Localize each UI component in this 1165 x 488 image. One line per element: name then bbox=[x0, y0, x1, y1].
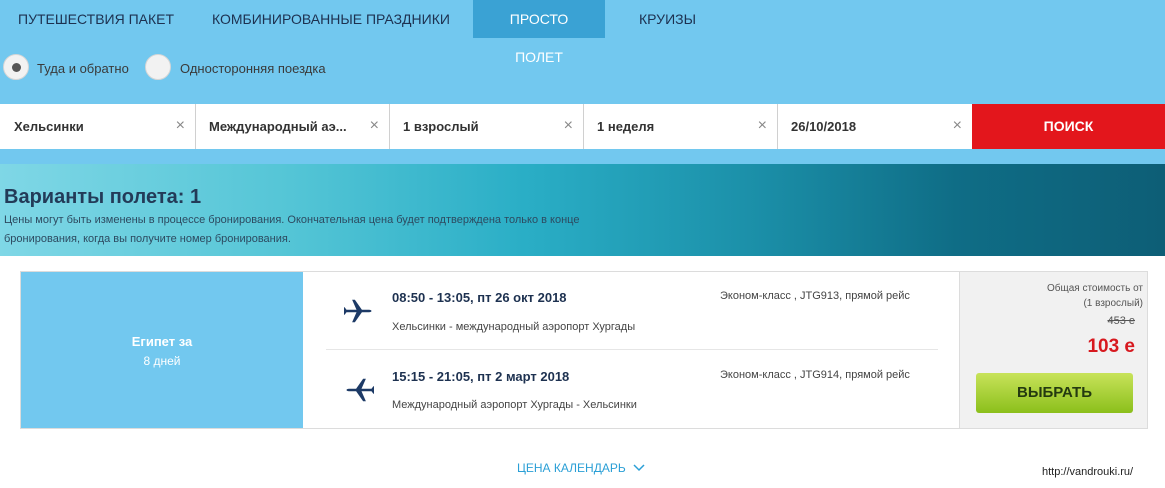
results-area: Египет за 8 дней 08:50 - 13:05, пт 26 ок… bbox=[0, 256, 1165, 488]
inbound-details: Эконом-класс , JTG914, прямой рейс bbox=[720, 369, 910, 381]
tab-flight-only[interactable]: ПРОСТО ПОЛЕТ bbox=[473, 0, 605, 65]
trip-type-selector: Туда и обратно Односторонняя поездка bbox=[0, 52, 600, 84]
search-bar: Хельсинки × Международный аэ... × 1 взро… bbox=[0, 104, 1165, 149]
tab-package-holidays[interactable]: ПУТЕШЕСТВИЯ ПАКЕТ bbox=[4, 0, 188, 38]
old-price: 453 е bbox=[1107, 315, 1135, 327]
outbound-time: 08:50 - 13:05, пт 26 окт 2018 bbox=[392, 290, 567, 305]
one-way-label[interactable]: Односторонняя поездка bbox=[180, 61, 326, 76]
source-watermark: http://vandrouki.ru/ bbox=[1040, 466, 1136, 478]
duration-value: 1 неделя bbox=[597, 119, 655, 134]
origin-clear-icon[interactable]: × bbox=[176, 117, 185, 135]
price-calendar-label: ЦЕНА КАЛЕНДАРЬ bbox=[517, 461, 626, 475]
passengers-value: 1 взрослый bbox=[403, 119, 479, 134]
price-disclaimer: Цены могут быть изменены в процессе брон… bbox=[4, 214, 580, 245]
destination-clear-icon[interactable]: × bbox=[370, 117, 379, 135]
passenger-count: (1 взрослый) bbox=[1083, 298, 1143, 309]
round-trip-label[interactable]: Туда и обратно bbox=[37, 61, 129, 76]
destination-value: Международный аэ... bbox=[209, 119, 347, 134]
leg-divider bbox=[326, 349, 938, 350]
results-count-title: Варианты полета: 1 bbox=[4, 186, 202, 208]
plane-right-icon bbox=[344, 299, 372, 323]
select-button[interactable]: ВЫБРАТЬ bbox=[976, 373, 1133, 413]
duration-field[interactable]: 1 неделя × bbox=[585, 104, 778, 149]
inbound-time: 15:15 - 21:05, пт 2 март 2018 bbox=[392, 369, 570, 384]
destination-name: Египет за bbox=[131, 334, 193, 349]
destination-field[interactable]: Международный аэ... × bbox=[197, 104, 390, 149]
search-button[interactable]: ПОИСК bbox=[972, 104, 1165, 149]
date-clear-icon[interactable]: × bbox=[953, 117, 962, 135]
origin-value: Хельсинки bbox=[14, 119, 84, 134]
date-value: 26/10/2018 bbox=[791, 119, 857, 134]
plane-left-icon bbox=[346, 378, 374, 402]
inbound-route: Международный аэропорт Хургады - Хельсин… bbox=[392, 399, 637, 411]
outbound-details: Эконом-класс , JTG913, прямой рейс bbox=[720, 290, 910, 302]
current-price: 103 е bbox=[1087, 336, 1135, 357]
trip-duration: 8 дней bbox=[143, 354, 181, 368]
price-calendar-link[interactable]: ЦЕНА КАЛЕНДАРЬ bbox=[517, 461, 645, 475]
origin-field[interactable]: Хельсинки × bbox=[2, 104, 196, 149]
passengers-clear-icon[interactable]: × bbox=[564, 117, 573, 135]
product-tabs: ПУТЕШЕСТВИЯ ПАКЕТ КОМБИНИРОВАННЫЕ ПРАЗДН… bbox=[0, 0, 1165, 65]
duration-clear-icon[interactable]: × bbox=[758, 117, 767, 135]
flight-result-card: Египет за 8 дней 08:50 - 13:05, пт 26 ок… bbox=[20, 271, 1148, 429]
outbound-route: Хельсинки - международный аэропорт Хурга… bbox=[392, 321, 636, 333]
destination-panel: Египет за 8 дней bbox=[21, 272, 303, 428]
date-field[interactable]: 26/10/2018 × bbox=[779, 104, 972, 149]
passengers-field[interactable]: 1 взрослый × bbox=[391, 104, 584, 149]
round-trip-radio[interactable] bbox=[3, 54, 29, 80]
one-way-radio[interactable] bbox=[145, 54, 171, 80]
results-banner: Варианты полета: 1 Цены могут быть измен… bbox=[0, 164, 1165, 256]
price-panel: Общая стоимость от (1 взрослый) 453 е 10… bbox=[959, 272, 1147, 428]
chevron-down-icon bbox=[633, 464, 645, 472]
total-price-label: Общая стоимость от bbox=[1046, 283, 1143, 294]
tab-combined-holidays[interactable]: КОМБИНИРОВАННЫЕ ПРАЗДНИКИ bbox=[198, 0, 464, 38]
tab-cruises[interactable]: КРУИЗЫ bbox=[625, 0, 710, 38]
